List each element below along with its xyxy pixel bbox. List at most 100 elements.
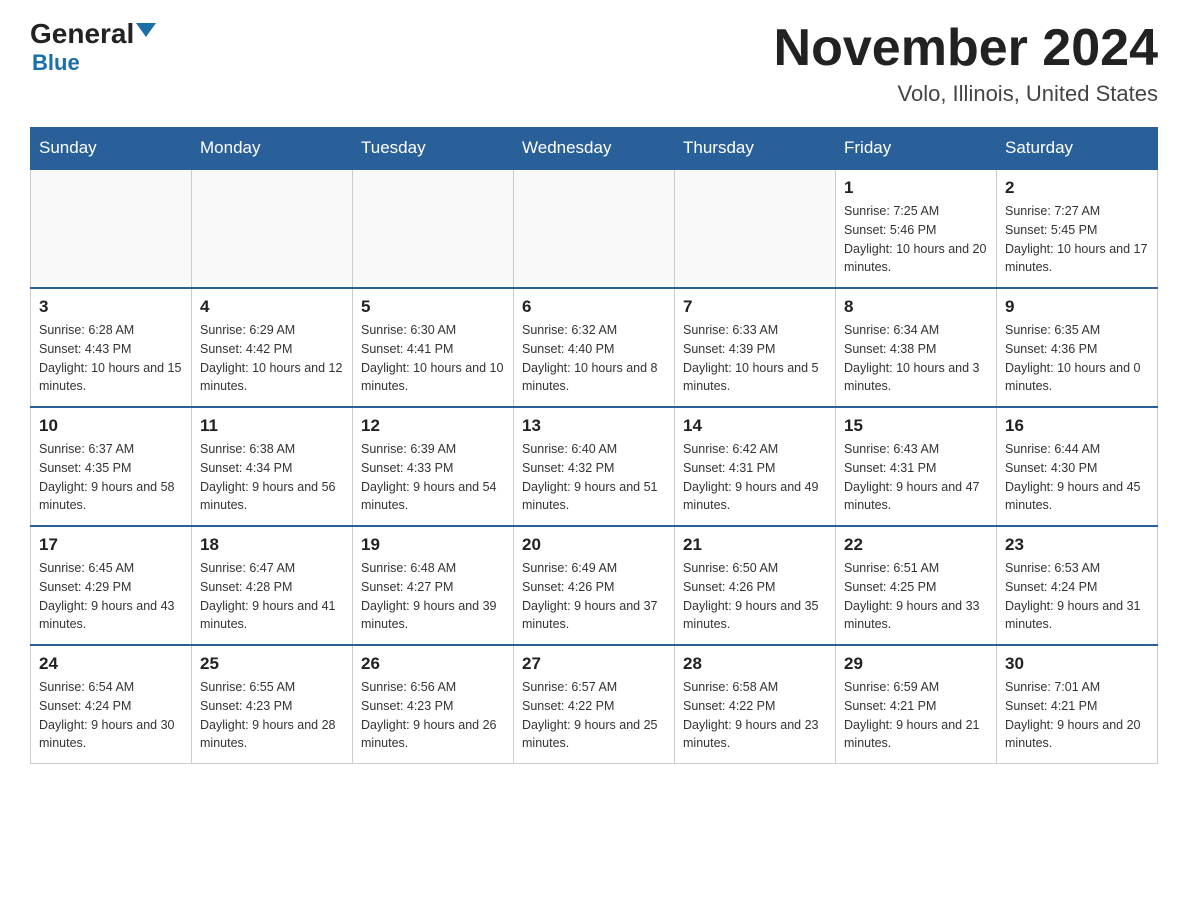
day-number: 10 xyxy=(39,416,183,436)
day-info: Sunrise: 6:28 AMSunset: 4:43 PMDaylight:… xyxy=(39,321,183,396)
day-info: Sunrise: 6:38 AMSunset: 4:34 PMDaylight:… xyxy=(200,440,344,515)
calendar-header-row: Sunday Monday Tuesday Wednesday Thursday… xyxy=(31,128,1158,170)
col-friday: Friday xyxy=(836,128,997,170)
table-row xyxy=(675,169,836,288)
table-row: 26 Sunrise: 6:56 AMSunset: 4:23 PMDayligh… xyxy=(353,645,514,764)
table-row: 16 Sunrise: 6:44 AMSunset: 4:30 PMDayligh… xyxy=(997,407,1158,526)
day-number: 27 xyxy=(522,654,666,674)
day-number: 1 xyxy=(844,178,988,198)
day-number: 8 xyxy=(844,297,988,317)
day-info: Sunrise: 7:01 AMSunset: 4:21 PMDaylight:… xyxy=(1005,678,1149,753)
day-info: Sunrise: 6:59 AMSunset: 4:21 PMDaylight:… xyxy=(844,678,988,753)
day-info: Sunrise: 7:27 AMSunset: 5:45 PMDaylight:… xyxy=(1005,202,1149,277)
page: General Blue November 2024 Volo, Illinoi… xyxy=(0,0,1188,794)
day-number: 17 xyxy=(39,535,183,555)
col-monday: Monday xyxy=(192,128,353,170)
day-number: 22 xyxy=(844,535,988,555)
day-number: 28 xyxy=(683,654,827,674)
logo-triangle-icon xyxy=(136,23,156,37)
day-info: Sunrise: 6:33 AMSunset: 4:39 PMDaylight:… xyxy=(683,321,827,396)
table-row xyxy=(31,169,192,288)
day-number: 25 xyxy=(200,654,344,674)
table-row: 17 Sunrise: 6:45 AMSunset: 4:29 PMDayligh… xyxy=(31,526,192,645)
day-info: Sunrise: 6:57 AMSunset: 4:22 PMDaylight:… xyxy=(522,678,666,753)
day-number: 2 xyxy=(1005,178,1149,198)
table-row xyxy=(514,169,675,288)
day-info: Sunrise: 6:53 AMSunset: 4:24 PMDaylight:… xyxy=(1005,559,1149,634)
day-number: 23 xyxy=(1005,535,1149,555)
table-row: 18 Sunrise: 6:47 AMSunset: 4:28 PMDayligh… xyxy=(192,526,353,645)
col-thursday: Thursday xyxy=(675,128,836,170)
day-number: 6 xyxy=(522,297,666,317)
table-row: 4 Sunrise: 6:29 AMSunset: 4:42 PMDaylight… xyxy=(192,288,353,407)
table-row: 15Sunrise: 6:43 AMSunset: 4:31 PMDayligh… xyxy=(836,407,997,526)
table-row: 28 Sunrise: 6:58 AMSunset: 4:22 PMDayligh… xyxy=(675,645,836,764)
day-number: 20 xyxy=(522,535,666,555)
day-number: 19 xyxy=(361,535,505,555)
day-number: 7 xyxy=(683,297,827,317)
table-row: 13Sunrise: 6:40 AMSunset: 4:32 PMDayligh… xyxy=(514,407,675,526)
table-row: 3 Sunrise: 6:28 AMSunset: 4:43 PMDaylight… xyxy=(31,288,192,407)
day-info: Sunrise: 6:35 AMSunset: 4:36 PMDaylight:… xyxy=(1005,321,1149,396)
day-number: 29 xyxy=(844,654,988,674)
day-info: Sunrise: 6:49 AMSunset: 4:26 PMDaylight:… xyxy=(522,559,666,634)
day-info: Sunrise: 6:37 AMSunset: 4:35 PMDaylight:… xyxy=(39,440,183,515)
header: General Blue November 2024 Volo, Illinoi… xyxy=(30,20,1158,107)
day-info: Sunrise: 6:29 AMSunset: 4:42 PMDaylight:… xyxy=(200,321,344,396)
calendar-week-row: 10 Sunrise: 6:37 AMSunset: 4:35 PMDayligh… xyxy=(31,407,1158,526)
table-row: 2 Sunrise: 7:27 AMSunset: 5:45 PMDaylight… xyxy=(997,169,1158,288)
table-row: 19 Sunrise: 6:48 AMSunset: 4:27 PMDayligh… xyxy=(353,526,514,645)
day-number: 24 xyxy=(39,654,183,674)
day-info: Sunrise: 6:45 AMSunset: 4:29 PMDaylight:… xyxy=(39,559,183,634)
calendar-week-row: 24 Sunrise: 6:54 AMSunset: 4:24 PMDayligh… xyxy=(31,645,1158,764)
day-number: 18 xyxy=(200,535,344,555)
calendar-week-row: 1 Sunrise: 7:25 AMSunset: 5:46 PMDaylight… xyxy=(31,169,1158,288)
table-row: 25Sunrise: 6:55 AMSunset: 4:23 PMDayligh… xyxy=(192,645,353,764)
table-row: 7 Sunrise: 6:33 AMSunset: 4:39 PMDaylight… xyxy=(675,288,836,407)
col-saturday: Saturday xyxy=(997,128,1158,170)
logo-general-text: General xyxy=(30,20,134,48)
logo: General Blue xyxy=(30,20,156,76)
day-info: Sunrise: 6:54 AMSunset: 4:24 PMDaylight:… xyxy=(39,678,183,753)
day-info: Sunrise: 6:50 AMSunset: 4:26 PMDaylight:… xyxy=(683,559,827,634)
col-sunday: Sunday xyxy=(31,128,192,170)
table-row: 22Sunrise: 6:51 AMSunset: 4:25 PMDayligh… xyxy=(836,526,997,645)
table-row xyxy=(353,169,514,288)
day-number: 14 xyxy=(683,416,827,436)
day-number: 9 xyxy=(1005,297,1149,317)
day-number: 4 xyxy=(200,297,344,317)
day-info: Sunrise: 6:30 AMSunset: 4:41 PMDaylight:… xyxy=(361,321,505,396)
day-info: Sunrise: 6:48 AMSunset: 4:27 PMDaylight:… xyxy=(361,559,505,634)
table-row xyxy=(192,169,353,288)
table-row: 12Sunrise: 6:39 AMSunset: 4:33 PMDayligh… xyxy=(353,407,514,526)
table-row: 23 Sunrise: 6:53 AMSunset: 4:24 PMDayligh… xyxy=(997,526,1158,645)
day-number: 13 xyxy=(522,416,666,436)
day-number: 16 xyxy=(1005,416,1149,436)
day-number: 5 xyxy=(361,297,505,317)
day-info: Sunrise: 6:56 AMSunset: 4:23 PMDaylight:… xyxy=(361,678,505,753)
table-row: 10 Sunrise: 6:37 AMSunset: 4:35 PMDayligh… xyxy=(31,407,192,526)
day-info: Sunrise: 6:44 AMSunset: 4:30 PMDaylight:… xyxy=(1005,440,1149,515)
col-tuesday: Tuesday xyxy=(353,128,514,170)
title-area: November 2024 Volo, Illinois, United Sta… xyxy=(774,20,1158,107)
table-row: 14 Sunrise: 6:42 AMSunset: 4:31 PMDayligh… xyxy=(675,407,836,526)
day-info: Sunrise: 7:25 AMSunset: 5:46 PMDaylight:… xyxy=(844,202,988,277)
day-number: 26 xyxy=(361,654,505,674)
day-info: Sunrise: 6:58 AMSunset: 4:22 PMDaylight:… xyxy=(683,678,827,753)
calendar-week-row: 3 Sunrise: 6:28 AMSunset: 4:43 PMDaylight… xyxy=(31,288,1158,407)
table-row: 1 Sunrise: 7:25 AMSunset: 5:46 PMDaylight… xyxy=(836,169,997,288)
table-row: 21 Sunrise: 6:50 AMSunset: 4:26 PMDayligh… xyxy=(675,526,836,645)
day-number: 21 xyxy=(683,535,827,555)
day-number: 3 xyxy=(39,297,183,317)
table-row: 27 Sunrise: 6:57 AMSunset: 4:22 PMDayligh… xyxy=(514,645,675,764)
table-row: 30 Sunrise: 7:01 AMSunset: 4:21 PMDayligh… xyxy=(997,645,1158,764)
table-row: 9 Sunrise: 6:35 AMSunset: 4:36 PMDaylight… xyxy=(997,288,1158,407)
day-info: Sunrise: 6:42 AMSunset: 4:31 PMDaylight:… xyxy=(683,440,827,515)
table-row: 8Sunrise: 6:34 AMSunset: 4:38 PMDaylight… xyxy=(836,288,997,407)
day-info: Sunrise: 6:47 AMSunset: 4:28 PMDaylight:… xyxy=(200,559,344,634)
table-row: 6Sunrise: 6:32 AMSunset: 4:40 PMDaylight… xyxy=(514,288,675,407)
col-wednesday: Wednesday xyxy=(514,128,675,170)
day-number: 30 xyxy=(1005,654,1149,674)
calendar: Sunday Monday Tuesday Wednesday Thursday… xyxy=(30,127,1158,764)
day-number: 12 xyxy=(361,416,505,436)
